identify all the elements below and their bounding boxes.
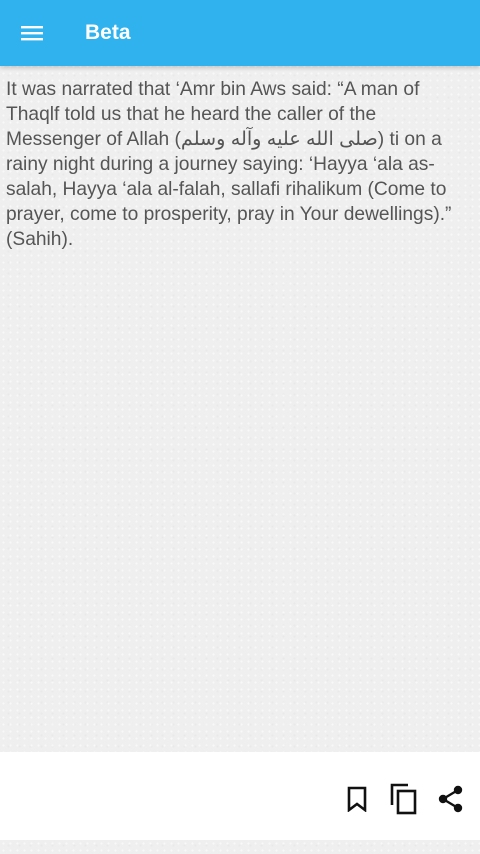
hadith-text: It was narrated that ‘Amr bin Aws said: … <box>6 79 452 250</box>
bookmark-icon <box>347 786 367 812</box>
copy-button[interactable] <box>387 782 421 816</box>
hadith-content: It was narrated that ‘Amr bin Aws said: … <box>0 66 480 752</box>
hamburger-menu-icon <box>21 26 43 41</box>
menu-button[interactable] <box>12 15 52 51</box>
app-title: Beta <box>85 21 131 44</box>
app-bar: Beta <box>0 0 480 66</box>
bottom-action-bar <box>0 752 480 840</box>
share-button[interactable] <box>434 782 468 816</box>
share-icon <box>438 785 463 813</box>
bookmark-button[interactable] <box>340 782 374 816</box>
copy-icon <box>390 783 417 815</box>
